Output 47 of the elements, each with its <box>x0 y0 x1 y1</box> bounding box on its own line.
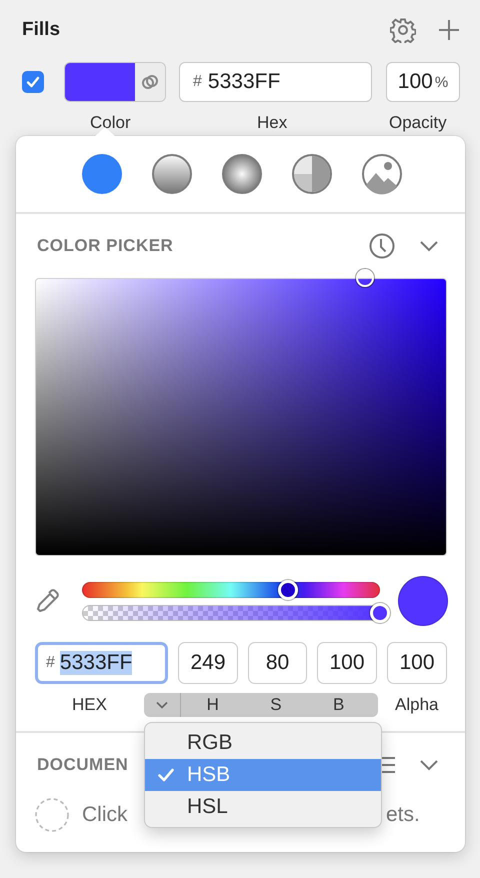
channel-label: B <box>332 695 344 715</box>
saturation-brightness-area[interactable] <box>35 278 447 556</box>
menu-item[interactable]: HSL <box>145 791 381 823</box>
hint-text: Click <box>82 803 128 827</box>
color-mode-selector[interactable]: H S B <box>144 693 378 717</box>
angular-gradient-icon[interactable] <box>290 153 332 195</box>
saturation-input[interactable]: 80 <box>248 642 307 684</box>
color-swatch[interactable] <box>65 63 135 101</box>
hue-slider-thumb[interactable] <box>278 580 298 600</box>
color-label: Color <box>90 113 131 133</box>
color-thumb[interactable] <box>356 269 374 287</box>
check-icon <box>26 76 40 88</box>
eyedropper-icon[interactable] <box>35 588 61 614</box>
hue-input[interactable]: 249 <box>178 642 238 684</box>
link-button[interactable] <box>135 63 165 101</box>
opacity-field[interactable]: 100% <box>386 62 460 102</box>
checkmark-icon <box>158 768 174 782</box>
hex-label: HEX <box>71 695 108 715</box>
chevron-down-icon[interactable] <box>419 240 439 252</box>
panel-title: Fills <box>22 19 60 41</box>
opacity-label: Opacity <box>389 113 447 133</box>
hex-input[interactable]: # 5333FF <box>35 642 168 684</box>
chevron-down-icon[interactable] <box>419 759 439 771</box>
alpha-label: Alpha <box>395 695 438 715</box>
section-title: COLOR PICKER <box>37 236 174 256</box>
menu-item[interactable]: RGB <box>145 727 381 759</box>
settings-icon[interactable] <box>390 17 416 43</box>
link-icon <box>141 73 159 91</box>
opacity-slider-thumb[interactable] <box>370 602 390 622</box>
linear-gradient-icon[interactable] <box>150 153 192 195</box>
add-icon[interactable] <box>438 19 460 41</box>
channel-label: H <box>206 695 219 715</box>
dashed-circle-icon <box>34 797 70 833</box>
channel-label: S <box>270 695 282 715</box>
alpha-input[interactable]: 100 <box>387 642 447 684</box>
image-fill-icon[interactable] <box>360 153 402 195</box>
hex-field[interactable]: # 5333FF <box>179 62 372 102</box>
brightness-input[interactable]: 100 <box>317 642 377 684</box>
radial-gradient-icon[interactable] <box>220 153 262 195</box>
solid-fill-icon[interactable] <box>80 153 122 195</box>
hex-label: Hex <box>257 113 288 133</box>
hint-text: ets. <box>386 803 420 827</box>
clock-icon[interactable] <box>369 233 395 259</box>
caret-icon[interactable] <box>156 701 168 709</box>
list-icon[interactable] <box>381 756 395 774</box>
section-title: DOCUMEN <box>37 755 128 775</box>
checkbox[interactable] <box>22 71 44 93</box>
